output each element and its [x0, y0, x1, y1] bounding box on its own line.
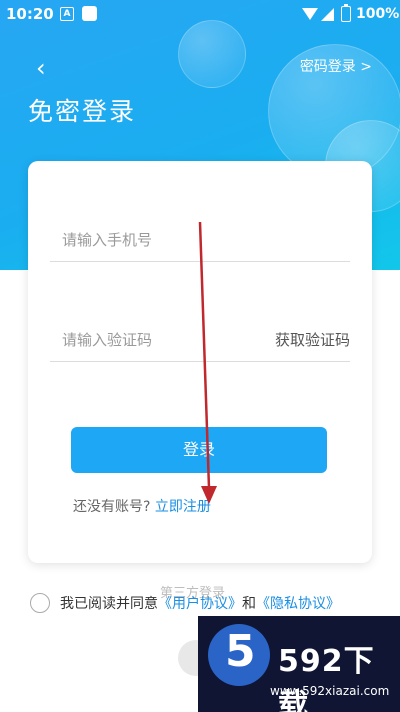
- annotation-arrow: [198, 221, 217, 504]
